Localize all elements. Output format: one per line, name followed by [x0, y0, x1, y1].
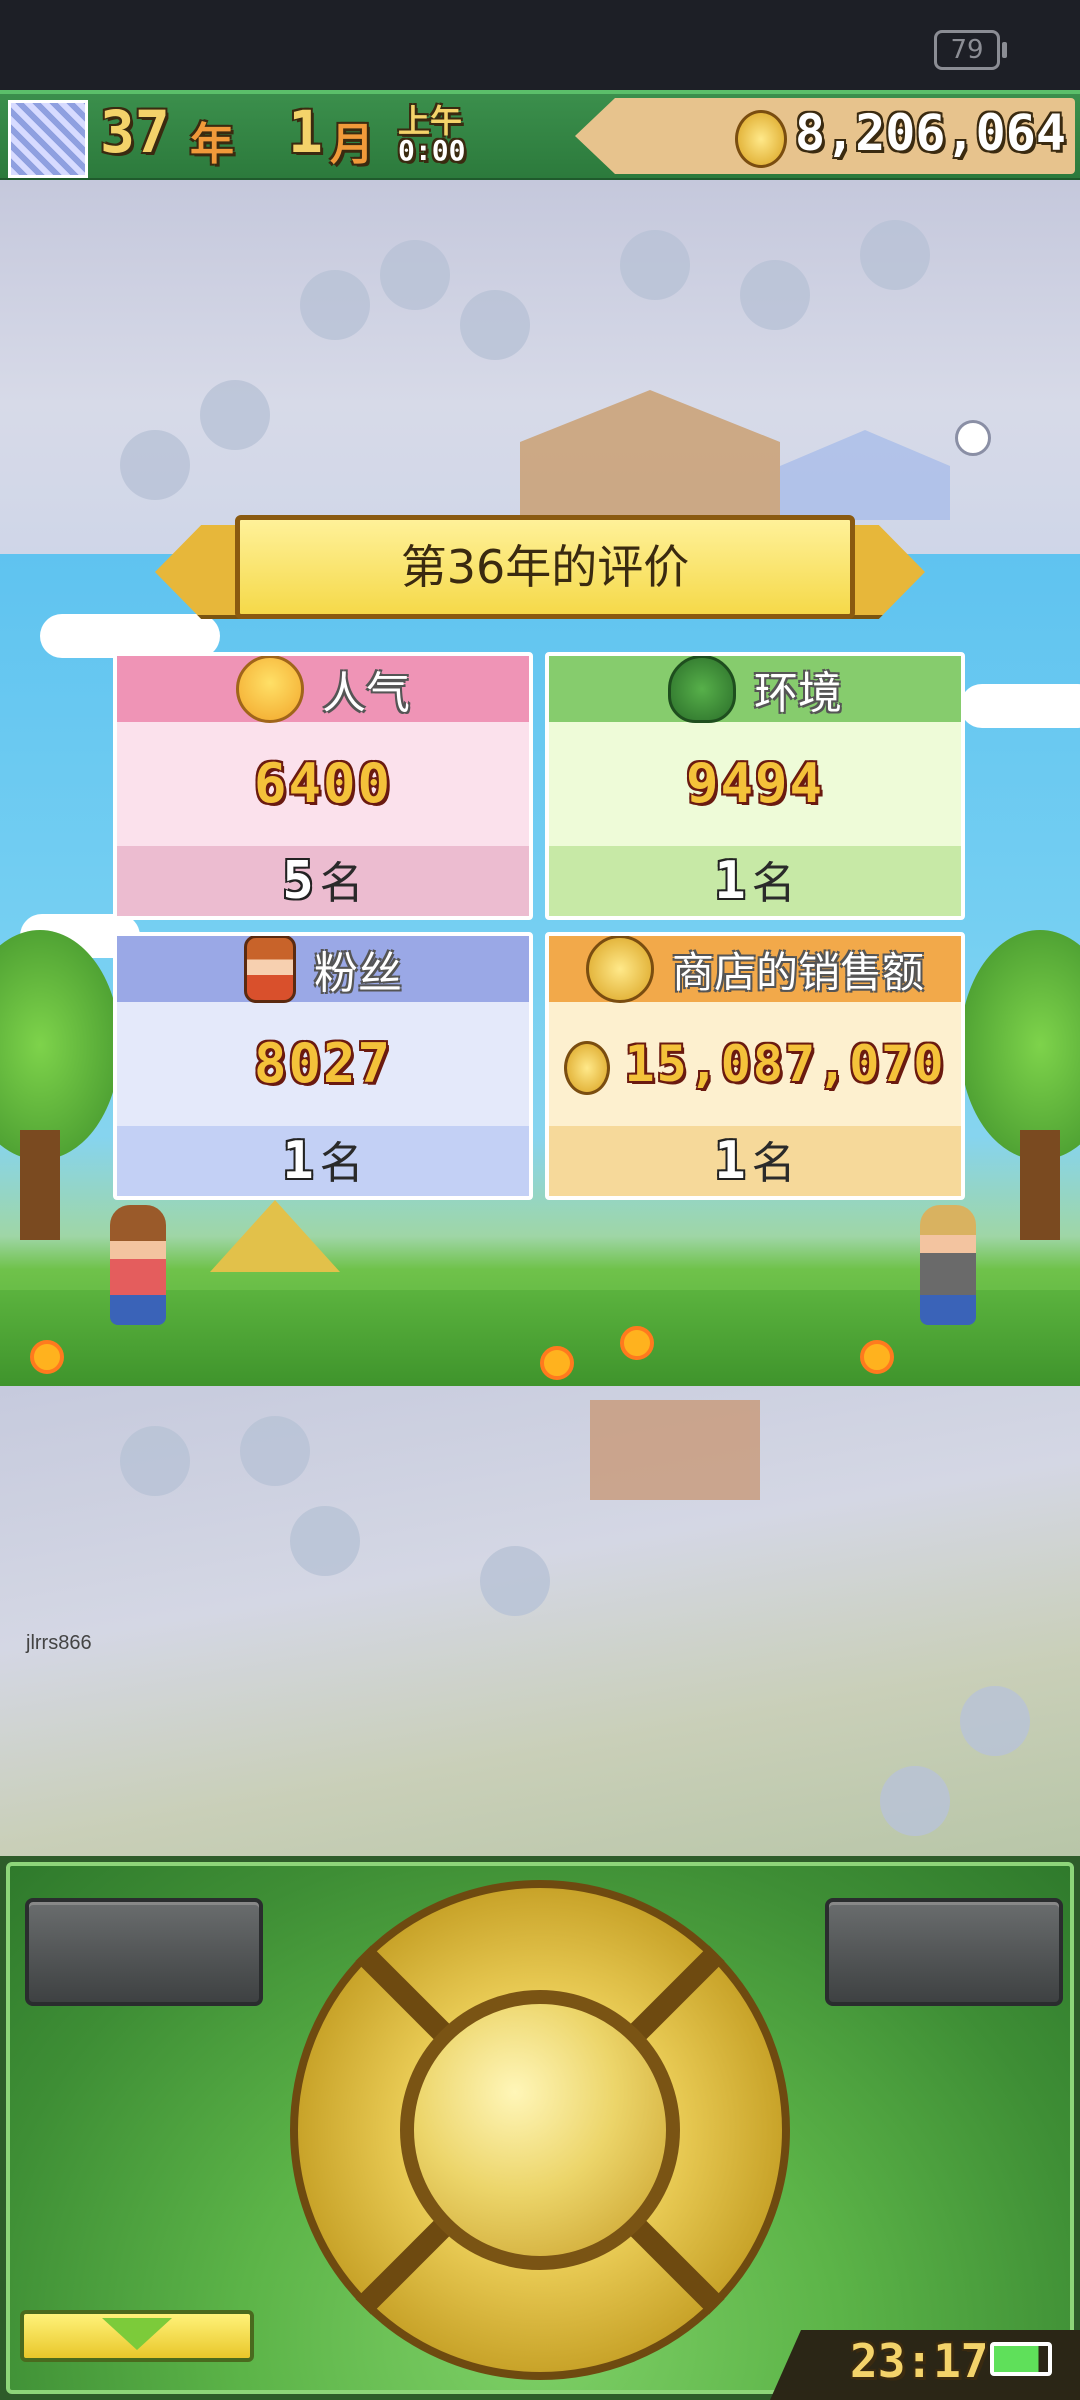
rank-unit: 名 [751, 1138, 796, 1189]
center-action-button[interactable] [400, 1990, 680, 2270]
battery-indicator: 79 [934, 30, 1007, 70]
rank-number: 5 [282, 851, 314, 911]
park-scene-bottom [0, 1386, 1080, 1856]
card-rank: 1名 [549, 1126, 961, 1196]
popularity-value: 6400 [117, 722, 529, 846]
month-value: 1 [288, 98, 323, 166]
visitor-character-right [920, 1205, 976, 1325]
visitor-character-left [110, 1205, 166, 1325]
tree-left [0, 930, 120, 1240]
year-value: 37 [100, 98, 170, 166]
sales-value-row: 15,087,070 [549, 1002, 961, 1126]
card-label: 环境 [754, 668, 842, 719]
game-time: 0:00 [398, 134, 466, 167]
environment-value: 9494 [549, 722, 961, 846]
month-label: 月 [330, 119, 374, 170]
card-rank: 1名 [117, 1126, 529, 1196]
coin-icon [564, 1040, 611, 1095]
environment-card: 环境 9494 1名 [545, 652, 965, 920]
card-header: 商店的销售额 [549, 936, 961, 1003]
tree-right [960, 930, 1080, 1240]
smile-face-icon [236, 656, 304, 723]
rank-number: 1 [714, 851, 746, 911]
card-header: 人气 [117, 656, 529, 723]
watermark-text: jlrrs866 [26, 1632, 92, 1654]
rank-unit: 名 [751, 858, 796, 909]
card-rank: 5名 [117, 846, 529, 916]
coin-icon [585, 936, 654, 1003]
evaluation-title: 第36年的评价 [235, 515, 855, 619]
shop-sales-card: 商店的销售额 15,087,070 1名 [545, 932, 965, 1200]
qr-code-icon[interactable] [8, 100, 88, 178]
top-hud: 37 年 1 月 上午 0:00 8,206,064 [0, 90, 1080, 184]
card-header: 粉丝 [117, 936, 529, 1003]
tree-icon [668, 656, 736, 723]
rank-number: 1 [714, 1131, 746, 1191]
left-shoulder-button[interactable] [25, 1898, 263, 2006]
sales-value: 15,087,070 [624, 1035, 946, 1093]
shop-building [590, 1400, 760, 1500]
rank-unit: 名 [319, 858, 364, 909]
popularity-card: 人气 6400 5名 [113, 652, 533, 920]
fans-card: 粉丝 8027 1名 [113, 932, 533, 1200]
rank-number: 1 [282, 1131, 314, 1191]
money-value: 8,206,064 [795, 104, 1066, 162]
year-label: 年 [190, 119, 234, 170]
status-bar: 79 [0, 0, 1080, 90]
right-shoulder-button[interactable] [825, 1898, 1063, 2006]
clock-post-icon [955, 420, 991, 456]
battery-icon [990, 2342, 1052, 2376]
card-rank: 1名 [549, 846, 961, 916]
card-header: 环境 [549, 656, 961, 723]
card-label: 商店的销售额 [671, 947, 924, 997]
rank-unit: 名 [319, 1138, 364, 1189]
girl-icon [244, 936, 296, 1003]
real-time-clock: 23:17 [850, 2334, 989, 2388]
coin-icon [735, 110, 787, 168]
fans-value: 8027 [117, 1002, 529, 1126]
card-label: 粉丝 [314, 948, 402, 999]
card-label: 人气 [322, 668, 410, 719]
